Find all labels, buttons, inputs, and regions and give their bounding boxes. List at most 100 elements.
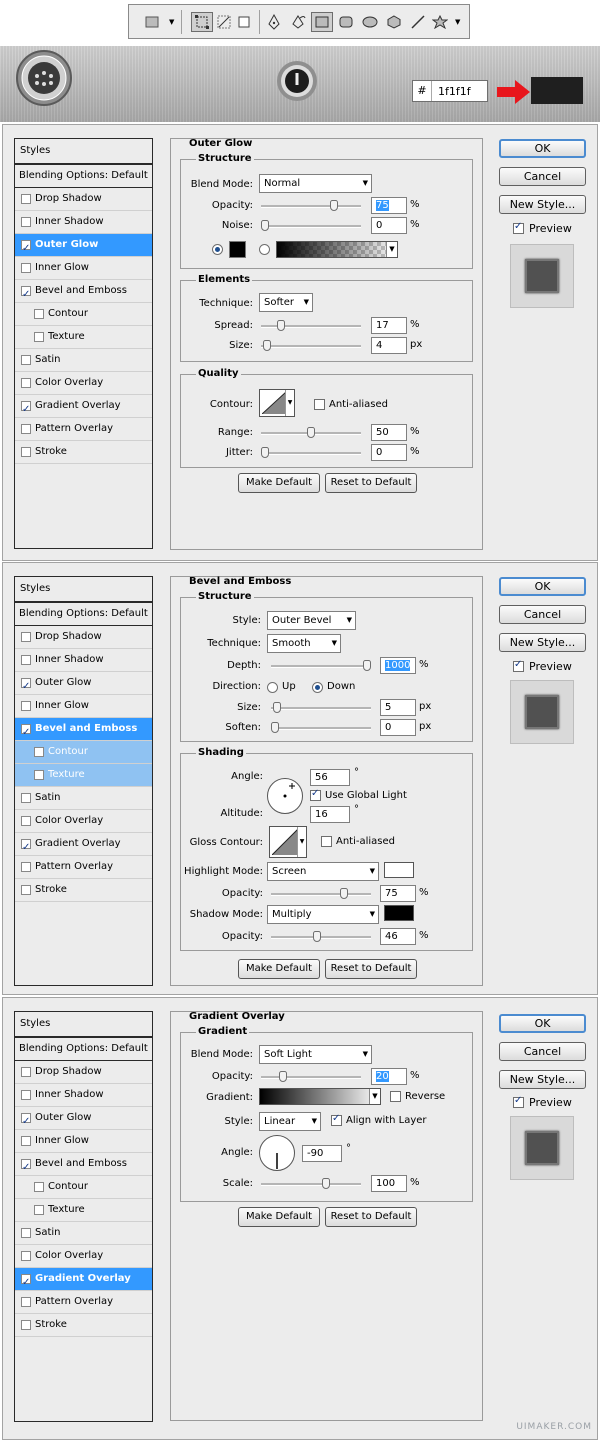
style-texture[interactable]: Texture (15, 764, 152, 787)
style-pattern-overlay[interactable]: Pattern Overlay (15, 1291, 152, 1314)
cancel-button[interactable]: Cancel (499, 1042, 586, 1061)
opacity-slider[interactable] (261, 1071, 361, 1082)
slider-thumb[interactable] (279, 1071, 287, 1082)
style-satin[interactable]: Satin (15, 1222, 152, 1245)
slider-thumb[interactable] (273, 702, 281, 713)
chevron-down-icon[interactable]: ▼ (369, 1089, 380, 1104)
style-inner-glow[interactable]: Inner Glow (15, 695, 152, 718)
depth-slider[interactable] (271, 660, 371, 671)
make-default-button[interactable]: Make Default (238, 959, 320, 979)
polygon-tool-icon[interactable] (383, 12, 405, 32)
altitude-field[interactable]: 16 (310, 806, 350, 823)
chevron-down-icon[interactable]: ▼ (297, 827, 306, 857)
reverse-checkbox[interactable] (390, 1091, 401, 1102)
ellipse-tool-icon[interactable] (359, 12, 381, 32)
ok-button[interactable]: OK (499, 139, 586, 158)
solid-color-radio[interactable] (212, 244, 223, 255)
style-outer-glow[interactable]: Outer Glow (15, 672, 152, 698)
chevron-down-icon[interactable]: ▼ (285, 390, 294, 416)
rectangle-tool-button[interactable] (311, 12, 333, 32)
path-edit-icon[interactable] (213, 12, 235, 32)
shadow-opacity-field[interactable]: 46 (380, 928, 416, 945)
opacity-slider[interactable] (261, 200, 361, 211)
style-texture[interactable]: Texture (15, 326, 152, 349)
freeform-pen-icon[interactable] (287, 12, 309, 32)
blending-options-item[interactable]: Blending Options: Default (15, 165, 152, 188)
range-slider[interactable] (261, 427, 361, 438)
style-outer-glow[interactable]: Outer Glow (15, 234, 152, 260)
style-bevel-emboss[interactable]: Bevel and Emboss (15, 1153, 152, 1179)
shadow-mode-select[interactable]: Multiply (267, 905, 379, 924)
style-outer-glow[interactable]: Outer Glow (15, 1107, 152, 1133)
gradient-picker[interactable]: ▼ (259, 1088, 381, 1105)
style-contour[interactable]: Contour (15, 741, 152, 764)
anti-aliased-checkbox[interactable] (321, 836, 332, 847)
style-drop-shadow[interactable]: Drop Shadow (15, 626, 152, 649)
make-default-button[interactable]: Make Default (238, 1207, 320, 1227)
slider-thumb[interactable] (340, 888, 348, 899)
highlight-opacity-slider[interactable] (271, 888, 371, 899)
preview-checkbox[interactable] (513, 659, 524, 672)
slider-thumb[interactable] (277, 320, 285, 331)
style-inner-shadow[interactable]: Inner Shadow (15, 211, 152, 234)
highlight-mode-select[interactable]: Screen (267, 862, 379, 881)
gradient-style-select[interactable]: Linear (259, 1112, 321, 1131)
style-satin[interactable]: Satin (15, 349, 152, 372)
gloss-contour-picker[interactable]: ▼ (269, 826, 307, 858)
hex-color-field[interactable]: # 1f1f1f (412, 80, 488, 102)
style-inner-shadow[interactable]: Inner Shadow (15, 649, 152, 672)
shadow-opacity-slider[interactable] (271, 931, 371, 942)
reset-default-button[interactable]: Reset to Default (325, 473, 417, 493)
paths-mode-button[interactable] (191, 12, 213, 32)
angle-wheel[interactable] (267, 778, 303, 814)
style-color-overlay[interactable]: Color Overlay (15, 810, 152, 833)
align-with-layer-checkbox[interactable] (331, 1113, 342, 1126)
shadow-color-swatch[interactable] (384, 905, 414, 921)
shape-layers-button[interactable] (141, 12, 163, 32)
style-stroke[interactable]: Stroke (15, 441, 152, 464)
contour-picker[interactable]: ▼ (259, 389, 295, 417)
technique-select[interactable]: Smooth (267, 634, 341, 653)
chevron-down-icon[interactable]: ▼ (386, 242, 397, 257)
opacity-field[interactable]: 20 (371, 1068, 407, 1085)
noise-slider[interactable] (261, 220, 361, 231)
reset-default-button[interactable]: Reset to Default (325, 1207, 417, 1227)
style-stroke[interactable]: Stroke (15, 879, 152, 902)
anti-aliased-checkbox[interactable] (314, 399, 325, 410)
fill-pixels-button[interactable] (233, 12, 255, 32)
range-field[interactable]: 50 (371, 424, 407, 441)
blending-options-item[interactable]: Blending Options: Default (15, 603, 152, 626)
gradient-picker[interactable]: ▼ (276, 241, 398, 258)
slider-thumb[interactable] (271, 722, 279, 733)
cancel-button[interactable]: Cancel (499, 167, 586, 186)
ok-button[interactable]: OK (499, 577, 586, 596)
make-default-button[interactable]: Make Default (238, 473, 320, 493)
style-color-overlay[interactable]: Color Overlay (15, 372, 152, 395)
rounded-rectangle-icon[interactable] (335, 12, 357, 32)
cancel-button[interactable]: Cancel (499, 605, 586, 624)
angle-field[interactable]: 56 (310, 769, 350, 786)
style-gradient-overlay[interactable]: Gradient Overlay (15, 1268, 152, 1294)
slider-thumb[interactable] (263, 340, 271, 351)
preview-checkbox[interactable] (513, 221, 524, 234)
highlight-opacity-field[interactable]: 75 (380, 885, 416, 902)
style-pattern-overlay[interactable]: Pattern Overlay (15, 856, 152, 879)
slider-thumb[interactable] (307, 427, 315, 438)
technique-select[interactable]: Softer (259, 293, 313, 312)
glow-color-swatch[interactable] (229, 241, 246, 258)
scale-slider[interactable] (261, 1178, 361, 1189)
style-inner-glow[interactable]: Inner Glow (15, 1130, 152, 1153)
blend-mode-select[interactable]: Soft Light (259, 1045, 372, 1064)
size-slider[interactable] (261, 340, 361, 351)
blending-options-item[interactable]: Blending Options: Default (15, 1038, 152, 1061)
gradient-radio[interactable] (259, 244, 270, 255)
opacity-field[interactable]: 75 (371, 197, 407, 214)
spread-slider[interactable] (261, 320, 361, 331)
style-color-overlay[interactable]: Color Overlay (15, 1245, 152, 1268)
custom-shape-icon[interactable] (429, 12, 451, 32)
style-drop-shadow[interactable]: Drop Shadow (15, 1061, 152, 1084)
spread-field[interactable]: 17 (371, 317, 407, 334)
size-slider[interactable] (271, 702, 371, 713)
style-satin[interactable]: Satin (15, 787, 152, 810)
noise-field[interactable]: 0 (371, 217, 407, 234)
